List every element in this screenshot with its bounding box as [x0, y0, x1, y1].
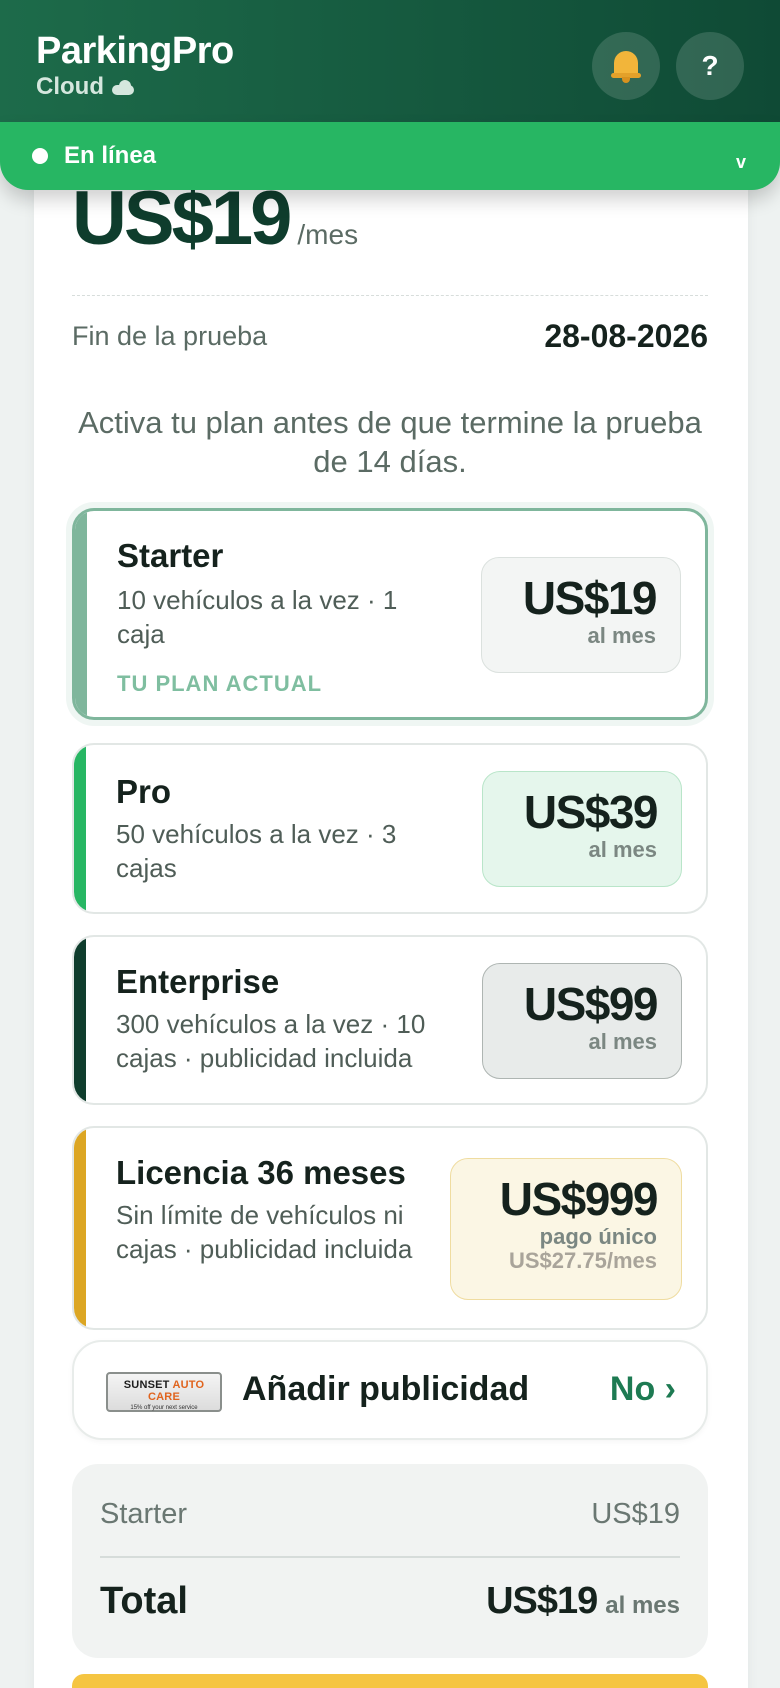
summary-item-name: Starter: [100, 1498, 188, 1530]
plan-accent: [75, 511, 87, 717]
activate-note: Activa tu plan antes de que termine la p…: [78, 405, 702, 479]
total-value: US$19 al mes: [486, 1580, 680, 1623]
plan-description: 50 vehículos a la vez · 3 cajas: [116, 819, 397, 883]
add-advertising-toggle[interactable]: No ›: [610, 1370, 676, 1409]
plan-price: US$39: [523, 786, 659, 838]
plan-period: al mes: [588, 1029, 658, 1054]
app-header: ParkingPro Cloud ?: [0, 0, 780, 122]
online-dot-icon: [32, 148, 48, 164]
plan-accent: [74, 745, 86, 912]
brand: ParkingPro Cloud: [36, 30, 234, 102]
plan-name: Enterprise: [116, 963, 280, 1000]
plan-accent: [74, 1128, 86, 1328]
plan-period: al mes: [587, 623, 657, 648]
trial-end-date: 28-08-2026: [544, 318, 708, 354]
order-summary: Starter US$19 Total US$19 al mes: [72, 1464, 708, 1658]
plan-card-license-36[interactable]: Licencia 36 meses Sin límite de vehículo…: [72, 1126, 708, 1330]
plan-price-box: US$99 al mes: [482, 963, 682, 1079]
plan-description: 300 vehículos a la vez · 10 cajas · publ…: [116, 1009, 426, 1073]
plan-name: Starter: [117, 537, 224, 574]
summary-line-item: Starter US$19: [100, 1498, 680, 1531]
plan-card-enterprise[interactable]: Enterprise 300 vehículos a la vez · 10 c…: [72, 935, 708, 1105]
plan-price-box: US$39 al mes: [482, 771, 682, 887]
plan-price: US$99: [523, 978, 659, 1030]
help-icon: ?: [701, 50, 719, 81]
connection-status-bar[interactable]: En línea v: [0, 122, 780, 190]
plan-description: Sin límite de vehículos ni cajas · publi…: [116, 1200, 413, 1264]
plan-description: 10 vehículos a la vez · 1 caja: [117, 585, 398, 649]
total-label: Total: [100, 1580, 188, 1622]
summary-divider: [100, 1556, 680, 1558]
cloud-icon: [110, 79, 136, 95]
notifications-button[interactable]: [592, 32, 660, 100]
app-subtitle-text: Cloud: [36, 73, 104, 100]
add-advertising-row[interactable]: SUNSET AUTO CARE 15% off your next servi…: [72, 1340, 708, 1440]
plan-monthly-equivalent: US$27.75/mes: [509, 1248, 657, 1273]
app-subtitle: Cloud: [36, 72, 234, 102]
plan-price: US$19: [522, 572, 658, 624]
divider: [72, 295, 708, 296]
app-title: ParkingPro: [36, 30, 234, 72]
plan-card-starter[interactable]: Starter 10 vehículos a la vez · 1 caja T…: [72, 508, 708, 720]
plan-price: US$999: [499, 1173, 659, 1225]
advertiser-logo: SUNSET AUTO CARE 15% off your next servi…: [106, 1372, 222, 1412]
plan-name: Licencia 36 meses: [116, 1154, 406, 1191]
chevron-down-icon[interactable]: v: [736, 152, 746, 173]
plan-period: pago único: [539, 1224, 657, 1249]
logo-text-1: SUNSET: [123, 1379, 170, 1391]
plan-period: al mes: [588, 837, 658, 862]
activate-plan-button[interactable]: [72, 1674, 708, 1688]
add-advertising-label: Añadir publicidad: [242, 1370, 530, 1408]
plan-name: Pro: [116, 773, 172, 810]
current-price-period: /mes: [297, 219, 359, 250]
subscription-card: [34, 150, 748, 1688]
plan-card-pro[interactable]: Pro 50 vehículos a la vez · 3 cajas US$3…: [72, 743, 708, 914]
current-plan-badge: TU PLAN ACTUAL: [117, 671, 323, 696]
logo-tagline: 15% off your next service: [130, 1405, 198, 1411]
total-period: al mes: [605, 1592, 680, 1619]
summary-total-row: Total US$19 al mes: [100, 1580, 680, 1623]
total-amount: US$19: [486, 1580, 598, 1622]
plan-price-box: US$19 al mes: [481, 557, 681, 673]
plan-accent: [74, 937, 86, 1103]
plan-price-box: US$999 pago único US$27.75/mes: [450, 1158, 682, 1300]
help-button[interactable]: ?: [676, 32, 744, 100]
status-label: En línea: [64, 142, 157, 169]
bell-icon: [611, 49, 641, 83]
trial-end-label: Fin de la prueba: [72, 321, 268, 351]
trial-end-row: Fin de la prueba 28-08-2026: [72, 318, 708, 355]
summary-item-amount: US$19: [591, 1498, 680, 1530]
